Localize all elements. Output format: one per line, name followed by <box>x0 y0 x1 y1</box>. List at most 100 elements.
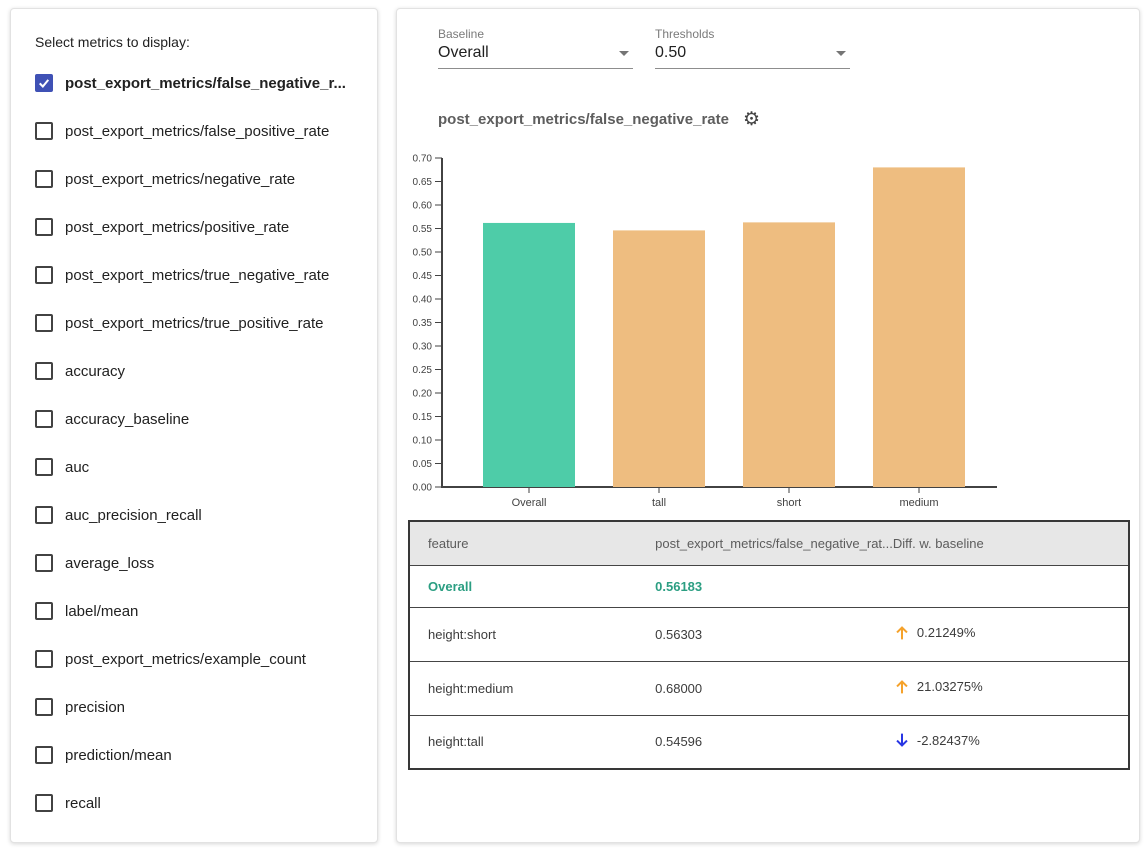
metric-value-cell: 0.54596 <box>655 715 893 769</box>
svg-text:0.20: 0.20 <box>413 389 433 400</box>
metrics-table: feature post_export_metrics/false_negati… <box>408 520 1130 770</box>
sidebar-item-post-export-metrics-true-positive-rate[interactable]: post_export_metrics/true_positive_rate <box>35 313 357 333</box>
thresholds-dropdown-value: 0.50 <box>655 44 686 62</box>
svg-text:0.10: 0.10 <box>413 436 433 447</box>
checkbox-icon[interactable] <box>35 314 53 332</box>
header-diff: Diff. w. baseline <box>893 521 1129 565</box>
chevron-down-icon <box>836 51 846 56</box>
sidebar-item-label: post_export_metrics/true_negative_rate <box>65 267 329 284</box>
sidebar-item-post-export-metrics-false-negative-r[interactable]: post_export_metrics/false_negative_r... <box>35 73 357 93</box>
chart-header: post_export_metrics/false_negative_rate … <box>438 110 760 129</box>
checkbox-icon[interactable] <box>35 794 53 812</box>
feature-cell: Overall <box>409 565 655 607</box>
metrics-table-body: Overall0.56183height:short0.563030.21249… <box>409 565 1129 769</box>
svg-text:0.15: 0.15 <box>413 412 433 423</box>
checkbox-icon[interactable] <box>35 122 53 140</box>
sidebar-item-post-export-metrics-true-negative-rate[interactable]: post_export_metrics/true_negative_rate <box>35 265 357 285</box>
metric-selector-panel: Select metrics to display: post_export_m… <box>10 8 378 843</box>
svg-text:tall: tall <box>652 497 666 509</box>
diff-cell: 21.03275% <box>893 661 1129 715</box>
svg-text:0.65: 0.65 <box>413 177 433 188</box>
sidebar-item-prediction-mean[interactable]: prediction/mean <box>35 745 357 765</box>
diff-value: 0.21249% <box>917 625 976 640</box>
svg-text:short: short <box>777 497 801 509</box>
svg-text:0.30: 0.30 <box>413 342 433 353</box>
feature-cell: height:tall <box>409 715 655 769</box>
metric-value-cell: 0.56303 <box>655 607 893 661</box>
svg-text:0.55: 0.55 <box>413 224 433 235</box>
checkbox-icon[interactable] <box>35 602 53 620</box>
bar-short[interactable] <box>743 222 835 487</box>
sidebar-item-label: post_export_metrics/true_positive_rate <box>65 315 323 332</box>
table-row-height-tall[interactable]: height:tall0.54596 -2.82437% <box>409 715 1129 769</box>
diff-value: -2.82437% <box>917 733 980 748</box>
bar-tall[interactable] <box>613 230 705 487</box>
sidebar-item-average-loss[interactable]: average_loss <box>35 553 357 573</box>
checkbox-icon[interactable] <box>35 362 53 380</box>
svg-text:0.05: 0.05 <box>413 459 433 470</box>
svg-text:0.45: 0.45 <box>413 271 433 282</box>
sidebar-item-label: recall <box>65 795 101 812</box>
sidebar-item-accuracy-baseline[interactable]: accuracy_baseline <box>35 409 357 429</box>
sidebar-item-label: auc <box>65 459 89 476</box>
checkbox-icon[interactable] <box>35 458 53 476</box>
sidebar-item-label: post_export_metrics/false_positive_rate <box>65 123 329 140</box>
bar-overall[interactable] <box>483 223 575 487</box>
table-row-overall[interactable]: Overall0.56183 <box>409 565 1129 607</box>
svg-text:0.70: 0.70 <box>413 154 433 165</box>
svg-text:0.00: 0.00 <box>413 483 433 494</box>
gear-icon[interactable]: ⚙ <box>743 110 760 129</box>
bar-medium[interactable] <box>873 167 965 487</box>
arrow-up-icon <box>893 624 911 642</box>
sidebar-item-label: label/mean <box>65 603 138 620</box>
diff-value: 21.03275% <box>917 679 983 694</box>
baseline-dropdown[interactable]: Baseline Overall <box>438 27 633 69</box>
sidebar-item-label-mean[interactable]: label/mean <box>35 601 357 621</box>
thresholds-dropdown-label: Thresholds <box>655 27 850 41</box>
chart-title: post_export_metrics/false_negative_rate <box>438 111 729 128</box>
chevron-down-icon <box>619 51 629 56</box>
header-feature: feature <box>409 521 655 565</box>
arrow-down-icon <box>893 731 911 749</box>
sidebar-item-label: prediction/mean <box>65 747 172 764</box>
sidebar-item-accuracy[interactable]: accuracy <box>35 361 357 381</box>
svg-text:0.25: 0.25 <box>413 365 433 376</box>
checkbox-icon[interactable] <box>35 266 53 284</box>
sidebar-item-auc-precision-recall[interactable]: auc_precision_recall <box>35 505 357 525</box>
table-row-height-medium[interactable]: height:medium0.6800021.03275% <box>409 661 1129 715</box>
svg-text:medium: medium <box>899 497 938 509</box>
checkbox-icon[interactable] <box>35 410 53 428</box>
header-metric: post_export_metrics/false_negative_rat..… <box>655 521 893 565</box>
sidebar-item-label: post_export_metrics/example_count <box>65 651 306 668</box>
checkbox-icon[interactable] <box>35 554 53 572</box>
checkbox-icon[interactable] <box>35 650 53 668</box>
checkbox-icon[interactable] <box>35 218 53 236</box>
sidebar-item-post-export-metrics-positive-rate[interactable]: post_export_metrics/positive_rate <box>35 217 357 237</box>
sidebar-item-label: average_loss <box>65 555 154 572</box>
sidebar-item-recall[interactable]: recall <box>35 793 357 813</box>
sidebar-item-precision[interactable]: precision <box>35 697 357 717</box>
controls-row: Baseline Overall Thresholds 0.50 <box>438 27 872 69</box>
sidebar-item-post-export-metrics-example-count[interactable]: post_export_metrics/example_count <box>35 649 357 669</box>
thresholds-dropdown[interactable]: Thresholds 0.50 <box>655 27 850 69</box>
bar-chart: 0.000.050.100.150.200.250.300.350.400.45… <box>397 146 1037 516</box>
sidebar-item-post-export-metrics-false-positive-rate[interactable]: post_export_metrics/false_positive_rate <box>35 121 357 141</box>
svg-text:Overall: Overall <box>512 497 547 509</box>
metric-value-cell: 0.56183 <box>655 565 893 607</box>
svg-text:0.50: 0.50 <box>413 248 433 259</box>
svg-text:0.60: 0.60 <box>413 201 433 212</box>
checkbox-checked-icon[interactable] <box>35 74 53 92</box>
feature-cell: height:medium <box>409 661 655 715</box>
checkbox-icon[interactable] <box>35 170 53 188</box>
diff-cell: -2.82437% <box>893 715 1129 769</box>
check-icon <box>37 76 51 90</box>
checkbox-icon[interactable] <box>35 746 53 764</box>
checkbox-icon[interactable] <box>35 506 53 524</box>
sidebar-item-post-export-metrics-negative-rate[interactable]: post_export_metrics/negative_rate <box>35 169 357 189</box>
checkbox-icon[interactable] <box>35 698 53 716</box>
svg-text:0.40: 0.40 <box>413 295 433 306</box>
sidebar-item-label: post_export_metrics/false_negative_r... <box>65 75 346 92</box>
sidebar-item-auc[interactable]: auc <box>35 457 357 477</box>
diff-cell <box>893 565 1129 607</box>
table-row-height-short[interactable]: height:short0.563030.21249% <box>409 607 1129 661</box>
